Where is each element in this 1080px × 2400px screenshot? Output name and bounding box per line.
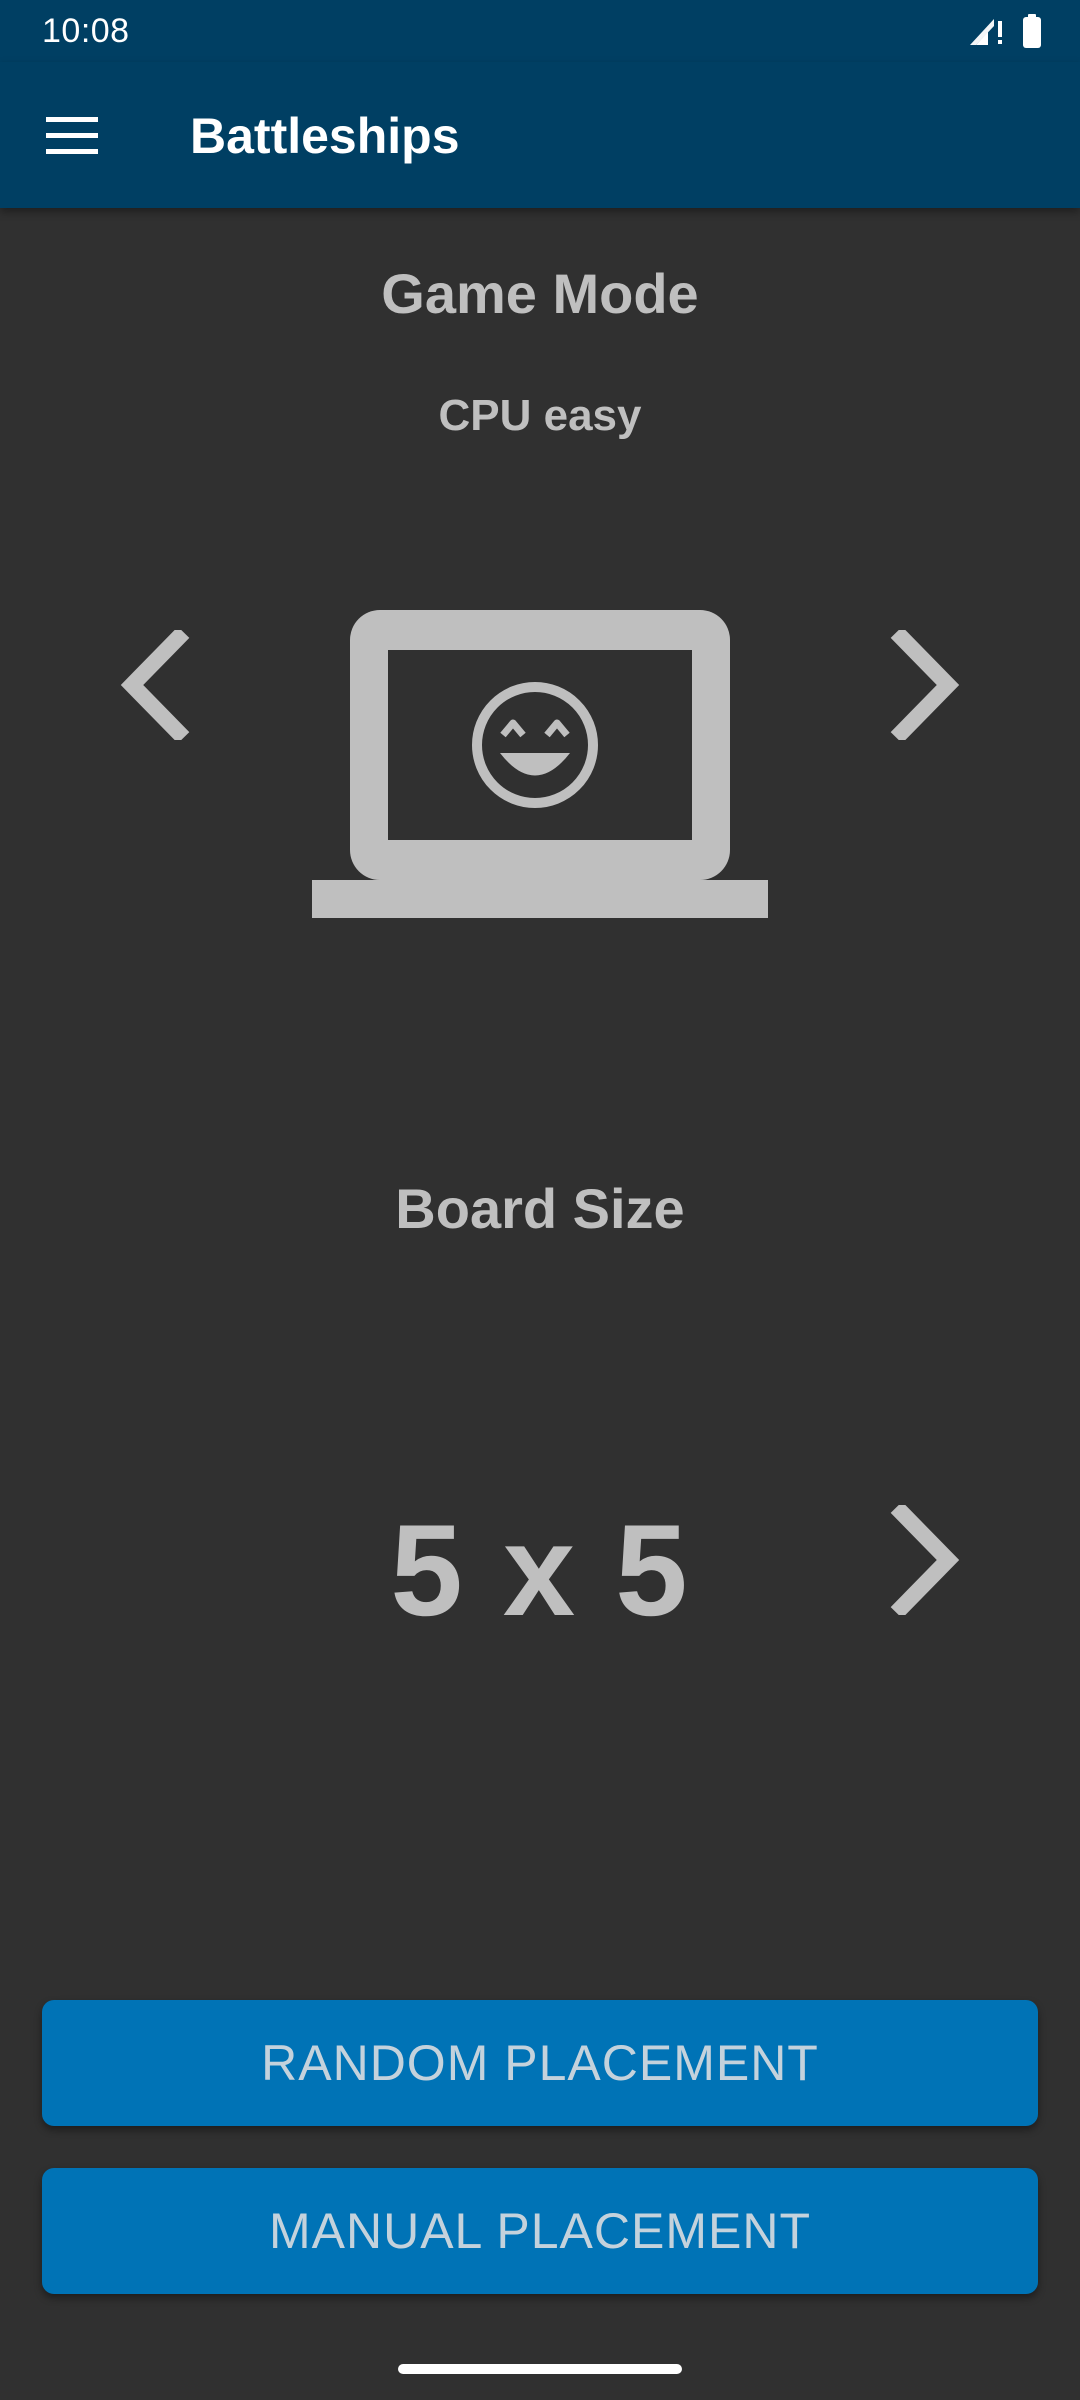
random-placement-button[interactable]: RANDOM PLACEMENT [42,2000,1038,2126]
game-mode-value: CPU easy [438,391,642,440]
next-board-size-button[interactable] [870,1495,980,1625]
signal-alert-icon [968,15,1004,52]
status-icons [968,14,1042,53]
chevron-right-icon [890,630,960,740]
status-time: 10:08 [42,12,130,50]
board-size-heading: Board Size [395,1177,685,1240]
home-indicator[interactable] [398,2364,682,2374]
battery-icon [1022,14,1042,53]
manual-placement-button[interactable]: MANUAL PLACEMENT [42,2168,1038,2294]
app-title: Battleships [190,108,460,164]
hamburger-menu-icon[interactable] [36,100,108,172]
game-mode-heading: Game Mode [381,262,699,325]
chevron-right-icon [890,1505,960,1615]
app-bar: Battleships [0,62,1080,208]
status-bar: 10:08 [0,0,1080,62]
laptop-smiling-face-icon [310,610,770,925]
next-mode-button[interactable] [870,620,980,750]
chevron-left-icon [120,630,190,740]
previous-mode-button[interactable] [100,620,210,750]
